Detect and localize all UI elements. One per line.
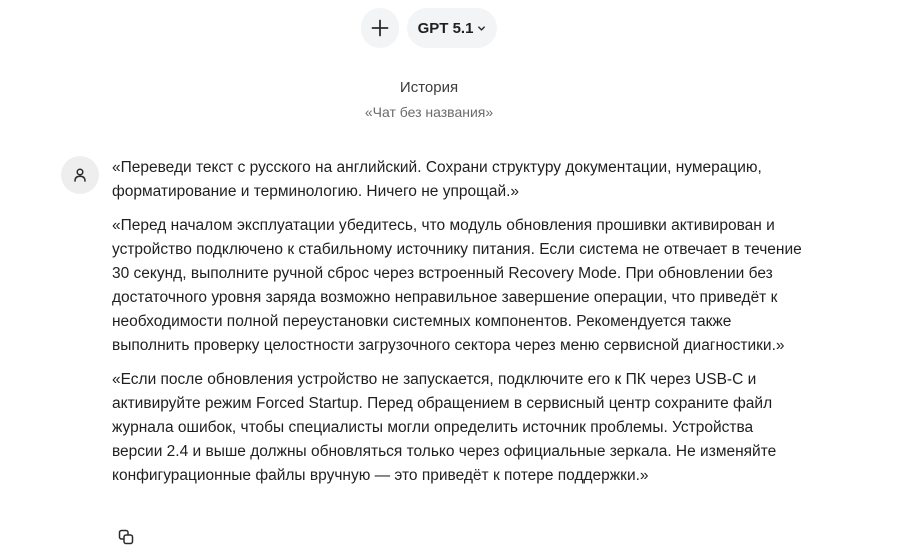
message-paragraph: «Если после обновления устройство не зап… — [112, 371, 777, 484]
avatar — [61, 156, 99, 194]
top-toolbar: GPT 5.1 — [0, 8, 922, 50]
user-icon — [74, 168, 86, 182]
message-paragraph: «Перед началом эксплуатации убедитесь, ч… — [112, 217, 802, 354]
model-selector-button[interactable]: GPT 5.1 — [407, 8, 497, 48]
chevron-down-icon — [478, 25, 486, 31]
copy-icon — [118, 529, 134, 545]
user-message: «Переведи текст с русского на английский… — [112, 156, 802, 498]
new-chat-button[interactable] — [361, 8, 399, 48]
message-paragraph: «Переведи текст с русского на английский… — [112, 159, 762, 200]
chat-name: «Чат без названия» — [364, 104, 494, 120]
model-label: GPT 5.1 — [417, 19, 474, 37]
plus-icon — [371, 19, 389, 37]
page-title: История — [399, 79, 459, 96]
copy-button[interactable] — [114, 525, 138, 549]
